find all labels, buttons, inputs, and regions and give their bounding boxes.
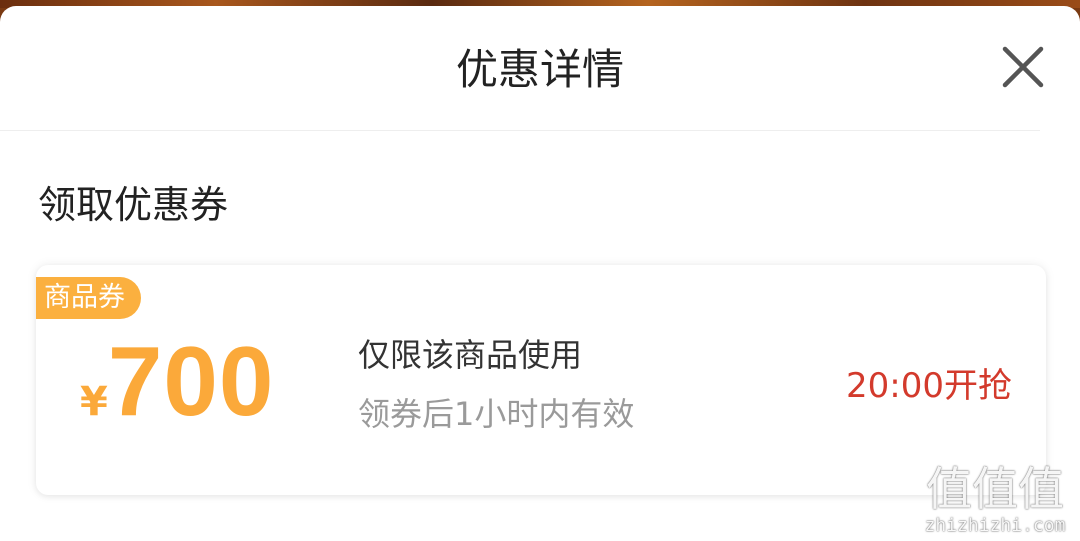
coupon-amount: ¥700 [80, 325, 275, 436]
coupon-validity: 领券后1小时内有效 [358, 395, 635, 433]
header-divider [0, 130, 1040, 131]
coupon-type-badge: 商品券 [36, 277, 141, 319]
site-watermark: 值值值 zhizhizhi.com [920, 463, 1070, 537]
close-icon [1002, 46, 1044, 88]
coupon-start-time: 20:00开抢 [846, 366, 1012, 406]
coupon-description: 仅限该商品使用 [358, 336, 583, 374]
page-title: 优惠详情 [455, 45, 624, 94]
close-button[interactable] [1000, 44, 1046, 90]
coupon-details-sheet: 优惠详情 领取优惠券 商品券 ¥700 仅限该商品使用 领券后1小时内有效 20… [0, 6, 1080, 541]
coupon-value: 700 [107, 326, 275, 436]
coupon-card[interactable]: 商品券 ¥700 仅限该商品使用 领券后1小时内有效 20:00开抢 [36, 265, 1046, 495]
currency-symbol: ¥ [80, 379, 108, 425]
watermark-logo: 值值值 [926, 462, 1064, 516]
sheet-header: 优惠详情 [0, 6, 1080, 130]
watermark-url: zhizhizhi.com [924, 515, 1066, 536]
section-title: 领取优惠券 [38, 183, 229, 227]
